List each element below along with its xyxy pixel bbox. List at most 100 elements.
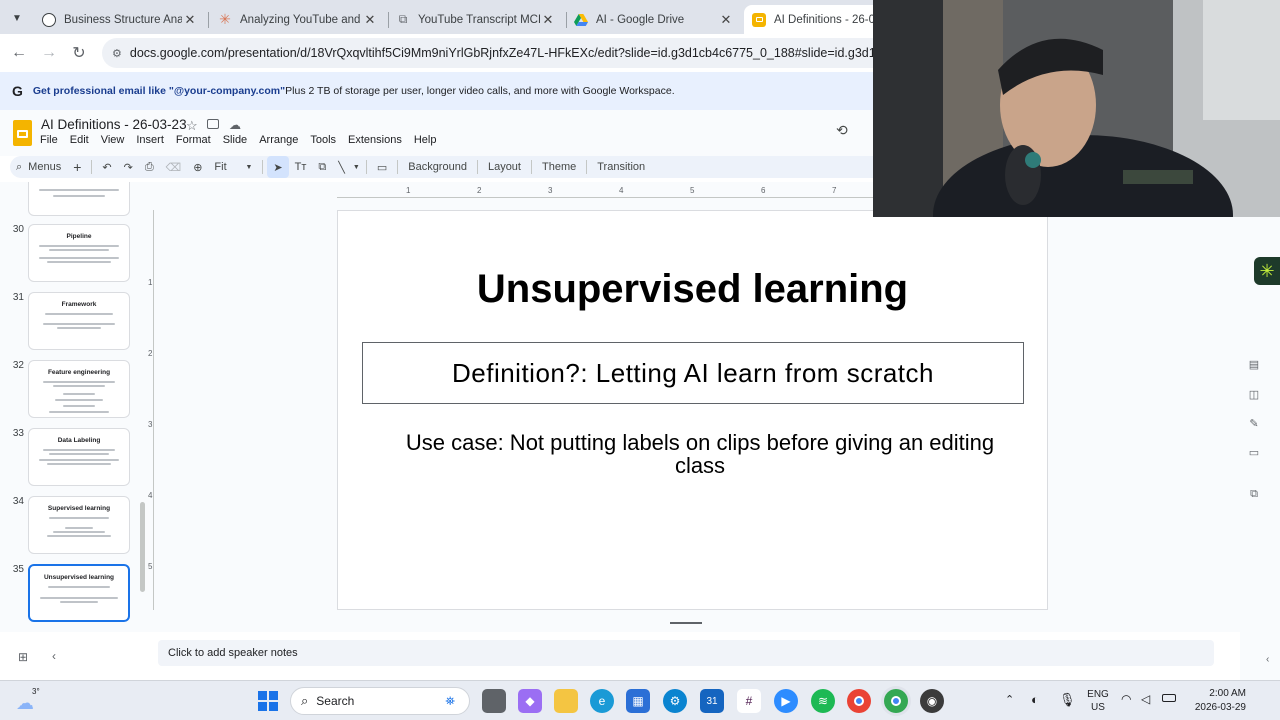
calendar-icon[interactable]: ▤ [1247,357,1261,371]
new-slide-icon[interactable]: + [67,156,87,178]
clock[interactable]: 2:00 AM 2026-03-29 [1180,687,1246,715]
collapse-filmstrip-icon[interactable]: ‹ [52,649,56,663]
doc-title[interactable]: AI Definitions - 26-03-23 [41,117,187,132]
menus-search[interactable]: Menus [28,156,67,178]
collapse-side-panel-icon[interactable]: ‹ [1266,654,1269,665]
undo-icon[interactable]: ↶ [96,156,117,178]
calendar-app-icon[interactable]: 31 [700,689,724,713]
transition-button[interactable]: Transition [591,156,651,178]
volume-icon[interactable]: ◁ [1141,692,1150,706]
tab-youtube-transcript[interactable]: ⧉ YouTube Transcript MCP Se ✕ [388,5,564,34]
url-field[interactable]: ⚙ docs.google.com/presentation/d/18VrQxq… [102,38,902,68]
menu-edit[interactable]: Edit [70,134,89,146]
spotify-icon[interactable]: ≋ [811,689,835,713]
gemini-icon[interactable]: ✳ [1254,257,1280,285]
site-info-icon[interactable]: ⚙ [112,47,122,60]
settings-icon[interactable]: ⚙ [663,689,687,713]
menu-insert[interactable]: Insert [136,134,164,146]
cloud-status-icon[interactable]: ☁ [229,118,241,132]
speaker-notes[interactable]: Click to add speaker notes [158,640,1214,666]
file-explorer-icon[interactable] [554,689,578,713]
tray-app-icon[interactable]: ◐ [1031,692,1039,707]
notes-resize-handle[interactable] [670,622,702,624]
tasks-icon[interactable]: ✎ [1247,416,1261,430]
close-icon[interactable]: ✕ [182,12,198,28]
slide-thumbnail[interactable]: Feature engineering [28,360,130,418]
slides-logo-icon[interactable] [13,120,32,146]
obs-icon[interactable]: ◉ [920,689,944,713]
background-button[interactable]: Background [402,156,473,178]
menu-tools[interactable]: Tools [310,134,336,146]
slack-icon[interactable]: # [737,689,761,713]
tab-ai-definitions[interactable]: AI Definitions - 26-03-2 [744,5,894,34]
tab-search-button[interactable]: ▼ [8,9,26,27]
copilot-icon[interactable]: ◆ [518,689,542,713]
menu-file[interactable]: File [40,134,58,146]
ruler-tick: 3 [148,420,153,429]
slide-thumbnail-selected[interactable]: Unsupervised learning [28,564,130,622]
image-icon[interactable]: ⧉ [312,156,332,178]
tab-analyzing-youtube[interactable]: ✳ Analyzing YouTube and Sp ✕ [210,5,386,34]
battery-icon[interactable] [1162,694,1176,702]
back-button[interactable]: ← [6,40,32,66]
close-icon[interactable]: ✕ [718,12,734,28]
wifi-icon[interactable]: ◠ [1121,692,1131,706]
zoom-icon[interactable]: ⊕ [187,156,208,178]
filmstrip-scrollbar[interactable] [140,502,145,592]
slide-title[interactable]: Unsupervised learning [338,267,1047,312]
slide-thumbnail[interactable] [28,182,130,216]
search-icon[interactable]: ⌕ [10,156,28,178]
menu-slide[interactable]: Slide [223,134,247,146]
slide-thumbnail[interactable]: Pipeline [28,224,130,282]
keep-icon[interactable]: ◫ [1247,387,1261,401]
slide-thumbnail[interactable]: Supervised learning [28,496,130,554]
weather-widget[interactable]: ☁ 3° [14,687,44,715]
search-icon: ⌕ [301,693,309,708]
show-hidden-icons[interactable]: ⌃ [1005,693,1014,706]
close-icon[interactable]: ✕ [540,12,556,28]
select-tool-icon[interactable]: ➤ [267,156,289,178]
tab-google-drive[interactable]: AI - Google Drive ✕ [566,5,742,34]
layout-button[interactable]: Layout [482,156,527,178]
redo-icon[interactable]: ↷ [118,156,139,178]
star-icon[interactable]: ☆ [186,118,198,134]
theme-button[interactable]: Theme [536,156,582,178]
close-icon[interactable]: ✕ [362,12,378,28]
task-view-icon[interactable] [482,689,506,713]
taskbar-search[interactable]: ⌕ Search ⛯ [290,687,470,715]
text-box-icon[interactable]: Tт [289,156,313,178]
slide-thumbnail[interactable]: Framework [28,292,130,350]
edge-icon[interactable]: e [590,689,614,713]
use-case-text[interactable]: Use case: Not putting labels on clips be… [398,431,1002,477]
print-icon[interactable]: ⎙ [139,156,160,178]
store-icon[interactable]: ▦ [626,689,650,713]
menu-arrange[interactable]: Arrange [259,134,298,146]
line-tool-icon[interactable]: ╲ [332,156,351,178]
menu-help[interactable]: Help [414,134,437,146]
menu-extensions[interactable]: Extensions [348,134,402,146]
menu-format[interactable]: Format [176,134,211,146]
move-folder-icon[interactable] [207,119,219,129]
windows-start-icon[interactable] [256,689,280,713]
folder-icon[interactable]: ▭ [1247,445,1261,459]
dropdown-icon[interactable]: ▼ [351,156,362,178]
add-on-icon[interactable]: ⧉ [1247,487,1261,501]
reload-button[interactable]: ↻ [66,40,92,66]
tab-business-structure[interactable]: Business Structure Analysis ✕ [34,5,206,34]
grid-view-icon[interactable]: ⊞ [18,650,28,664]
menu-view[interactable]: View [101,134,125,146]
comment-icon[interactable]: ▭ [371,156,393,178]
definition-text-box[interactable]: Definition?: Letting AI learn from scrat… [362,342,1024,404]
forward-button[interactable]: → [36,40,62,66]
chrome-active-icon[interactable] [884,689,908,713]
slide-thumbnail[interactable]: Data Labeling [28,428,130,486]
language-indicator[interactable]: ENG US [1086,688,1110,714]
zoom-select[interactable]: Fit ▼ [208,156,258,178]
current-slide[interactable]: Unsupervised learning Definition?: Letti… [337,210,1048,610]
chrome-icon[interactable] [847,689,871,713]
zoom-icon[interactable]: ▶ [774,689,798,713]
google-slides-icon [752,12,766,27]
paint-format-icon[interactable]: ⌫ [160,156,188,178]
microphone-icon[interactable]: 🎙 [1059,692,1076,708]
version-history-icon[interactable]: ⟲ [836,122,848,139]
